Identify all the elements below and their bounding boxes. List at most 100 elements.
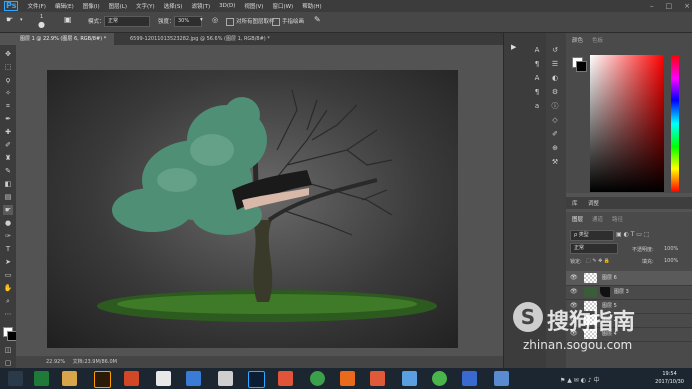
info-icon[interactable]: ⓘ — [550, 101, 560, 111]
move-tool-icon[interactable]: ✥ — [3, 49, 13, 59]
tab-layers[interactable]: 图层 — [572, 215, 583, 223]
menu-item[interactable]: 编辑(E) — [55, 2, 74, 10]
more-tools-icon[interactable]: ⋯ — [3, 309, 13, 319]
character-styles-icon[interactable]: A — [532, 73, 542, 83]
tab-color[interactable]: 颜色 — [572, 36, 583, 44]
app-icon[interactable] — [340, 371, 355, 386]
visibility-eye-icon[interactable]: 👁 — [570, 285, 578, 299]
menu-item[interactable]: 视图(V) — [244, 2, 263, 10]
opacity-value[interactable]: 100% — [664, 246, 678, 252]
color-field[interactable] — [590, 55, 664, 192]
finger-paint-checkbox[interactable] — [272, 18, 280, 26]
eraser-tool-icon[interactable]: ◧ — [3, 179, 13, 189]
app-icon[interactable] — [402, 371, 417, 386]
lock-icons[interactable]: ⬚ ✎ ✥ 🔒 — [586, 258, 610, 264]
visibility-eye-icon[interactable]: 👁 — [570, 271, 578, 285]
system-tray-icons[interactable]: ⚑ ▲ ✉ ◐ ♪ 中 — [560, 375, 600, 384]
quick-select-tool-icon[interactable]: ✧ — [3, 88, 13, 98]
file-explorer-icon[interactable] — [62, 371, 77, 386]
menu-item[interactable]: 滤镜(T) — [191, 2, 210, 10]
paragraph-icon[interactable]: ¶ — [532, 59, 542, 69]
properties-icon[interactable]: ☰ — [550, 59, 560, 69]
layer-row[interactable]: 👁 图层 3 — [566, 285, 692, 300]
menu-item[interactable]: 窗口(W) — [272, 2, 293, 10]
taskbar-clock[interactable]: 19:54 2017/10/30 — [655, 370, 684, 386]
menu-item[interactable]: 帮助(H) — [302, 2, 321, 10]
background-color-swatch[interactable] — [576, 61, 587, 72]
brush-settings-icon[interactable]: ✐ — [550, 129, 560, 139]
paragraph-styles-icon[interactable]: ¶ — [532, 87, 542, 97]
crop-tool-icon[interactable]: ⌗ — [3, 101, 13, 111]
layer-filter-icons[interactable]: ▣ ◐ T ▭ ⬚ — [616, 231, 650, 238]
minimize-icon[interactable]: – — [650, 2, 654, 10]
zoom-level[interactable]: 22.92% — [46, 359, 65, 365]
excel-icon[interactable] — [34, 371, 49, 386]
marquee-tool-icon[interactable]: ⬚ — [3, 62, 13, 72]
type-tool-icon[interactable]: T — [3, 244, 13, 254]
photoshop-taskbar-icon[interactable] — [248, 371, 265, 388]
screen-mode-icon[interactable]: ▢ — [3, 358, 13, 368]
fill-value[interactable]: 100% — [664, 258, 678, 264]
tab-document-1[interactable]: 图层 1 @ 22.9% (图层 6, RGB/8#) * × — [16, 33, 114, 54]
app-icon[interactable] — [462, 371, 477, 386]
layer-filter-select[interactable]: ρ 类型 — [570, 230, 614, 241]
pressure-size-icon[interactable]: ✎ — [314, 15, 321, 24]
history-icon[interactable]: ↺ — [550, 45, 560, 55]
eyedropper-tool-icon[interactable]: ✒ — [3, 114, 13, 124]
shape-tool-icon[interactable]: ▭ — [3, 270, 13, 280]
pressure-icon[interactable]: ◎ — [212, 16, 218, 24]
menu-item[interactable]: 3D(D) — [219, 3, 235, 9]
smudge-tool-icon[interactable]: ☛ — [3, 205, 13, 215]
menu-item[interactable]: 图像(I) — [83, 2, 100, 10]
tab-document-2[interactable]: 6599-12011013523282.jpg @ 56.6% (图层 1, R… — [126, 33, 274, 54]
menu-item[interactable]: 图层(L) — [109, 2, 127, 10]
sample-all-checkbox[interactable] — [226, 18, 234, 26]
dodge-tool-icon[interactable]: ● — [3, 218, 13, 228]
healing-brush-tool-icon[interactable]: ✚ — [3, 127, 13, 137]
document-canvas[interactable] — [47, 70, 458, 348]
brush-panel-icon[interactable]: ▣ — [64, 15, 72, 24]
brush-tool-icon[interactable]: ✐ — [3, 140, 13, 150]
clone-stamp-tool-icon[interactable]: ♜ — [3, 153, 13, 163]
tool-presets-icon[interactable]: ⚒ — [550, 157, 560, 167]
zoom-tool-icon[interactable]: ⌕ — [3, 296, 13, 306]
illustrator-icon[interactable] — [94, 371, 111, 388]
navigator-icon[interactable]: ◇ — [550, 115, 560, 125]
tool-preset-arrow-icon[interactable]: ▾ — [20, 17, 23, 23]
path-select-tool-icon[interactable]: ➤ — [3, 257, 13, 267]
history-brush-tool-icon[interactable]: ✎ — [3, 166, 13, 176]
powerpoint-icon[interactable] — [124, 371, 139, 386]
clone-source-icon[interactable]: ⊕ — [550, 143, 560, 153]
gradient-tool-icon[interactable]: ▤ — [3, 192, 13, 202]
tab-swatches[interactable]: 色板 — [592, 36, 603, 44]
strength-dropdown-icon[interactable]: ▾ — [200, 17, 203, 23]
tab-paths[interactable]: 路径 — [612, 215, 623, 223]
browser-icon[interactable] — [310, 371, 325, 386]
app-icon[interactable] — [494, 371, 509, 386]
menu-item[interactable]: 文件(F) — [27, 2, 45, 10]
media-player-icon[interactable] — [278, 371, 293, 386]
app-icon[interactable] — [432, 371, 447, 386]
brush-preview-icon[interactable]: ● — [38, 20, 45, 29]
paint-icon[interactable] — [156, 371, 171, 386]
app-icon[interactable] — [218, 371, 233, 386]
menu-item[interactable]: 选择(S) — [164, 2, 183, 10]
pen-tool-icon[interactable]: ✑ — [3, 231, 13, 241]
play-icon[interactable]: ▶ — [511, 43, 516, 51]
hand-tool-icon[interactable]: ✋ — [3, 283, 13, 293]
layer-row[interactable]: 👁 图层 6 — [566, 271, 692, 286]
smudge-tool-icon[interactable]: ☛ — [6, 15, 13, 24]
quick-mask-icon[interactable]: ◫ — [3, 345, 13, 355]
lasso-tool-icon[interactable]: ϙ — [3, 75, 13, 85]
adjust-icon[interactable]: ◐ — [550, 73, 560, 83]
hue-slider[interactable] — [671, 55, 679, 192]
close-icon[interactable]: × — [684, 2, 690, 10]
tab-libraries[interactable]: 库 — [572, 199, 578, 207]
baidu-netdisk-icon[interactable] — [186, 371, 201, 386]
styles-icon[interactable]: ⚙ — [550, 87, 560, 97]
character-icon[interactable]: A — [532, 45, 542, 55]
app-icon[interactable] — [370, 371, 385, 386]
mode-select[interactable]: 正常 — [104, 16, 150, 27]
tab-channels[interactable]: 通道 — [592, 215, 603, 223]
maximize-icon[interactable]: □ — [666, 2, 673, 10]
